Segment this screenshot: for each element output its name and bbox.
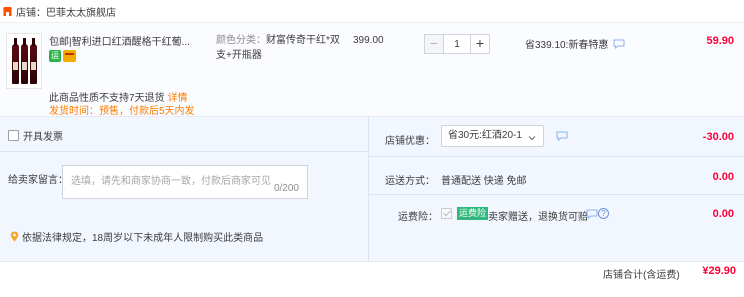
increase-button[interactable]: + <box>470 34 490 54</box>
coupon-selected: 省30元:红酒20-1 <box>448 130 522 141</box>
item-discount: 省339.10:新春特惠 <box>525 36 625 51</box>
age-notice-text: 依据法律规定，18周岁以下未成年人限制购买此类商品 <box>22 233 264 244</box>
total-value: ¥29.90 <box>702 265 736 277</box>
shop-total: 店铺合计(含运费) ¥29.90 <box>0 262 744 297</box>
insurance-checkbox <box>441 208 452 219</box>
unit-price: 399.00 <box>353 35 384 46</box>
insurance-value: 0.00 <box>712 208 734 220</box>
item-total: 59.90 <box>706 35 734 47</box>
shipping-label: 运送方式： <box>385 176 435 187</box>
order-options: 开具发票 给卖家留言： 选填，请先和商家协商一致，付款后商家可见 0/200 依… <box>0 117 744 262</box>
chat-bubble-icon[interactable] <box>613 39 625 49</box>
chevron-down-icon <box>527 131 537 141</box>
shop-header: 店铺：巴菲太太旗舰店 <box>0 0 744 22</box>
help-icon[interactable]: ? <box>598 208 609 219</box>
shipping-badge-icon: 运 <box>49 50 61 62</box>
coupon-select[interactable]: 省30元:红酒20-1 <box>441 125 544 147</box>
insurance-label: 运费险： <box>398 212 438 223</box>
row-divider <box>369 156 744 157</box>
shipping-method: 普通配送 快递 免邮 <box>441 176 527 187</box>
sku-color: 颜色分类：财富传奇干红*双支+开瓶器 <box>216 33 346 63</box>
invoice-checkbox[interactable] <box>8 130 19 141</box>
column-divider <box>368 117 369 262</box>
coupon-label: 店铺优惠： <box>385 136 435 147</box>
age-notice: 依据法律规定，18周岁以下未成年人限制购买此类商品 <box>10 229 263 244</box>
seller-message-input[interactable]: 选填，请先和商家协商一致，付款后商家可见 0/200 <box>62 165 308 199</box>
no-return-text: 此商品性质不支持7天退货 <box>49 93 165 104</box>
product-thumbnail[interactable] <box>6 33 42 89</box>
coupon-chat-icon[interactable] <box>556 131 568 144</box>
product-badges: 运 <box>49 50 76 62</box>
total-label: 店铺合计(含运费) <box>603 270 680 281</box>
shipping-value: 0.00 <box>712 171 734 183</box>
decrease-button[interactable]: − <box>424 34 444 54</box>
row-divider <box>0 151 368 152</box>
shop-name[interactable]: 店铺：巴菲太太旗舰店 <box>16 4 116 19</box>
product-title[interactable]: 包邮|智利进口红酒醒格干红葡... <box>49 33 189 48</box>
message-placeholder: 选填，请先和商家协商一致，付款后商家可见 <box>71 176 271 187</box>
no-return-notice: 此商品性质不支持7天退货 详情 <box>49 89 188 104</box>
credit-card-icon <box>63 50 76 62</box>
discount-text: 省339.10:新春特惠 <box>525 40 609 51</box>
invoice-label: 开具发票 <box>23 132 63 143</box>
insurance-tag: 运费险 <box>457 207 489 220</box>
sku-color-key: 颜色分类： <box>216 35 266 46</box>
invoice-option[interactable]: 开具发票 <box>8 128 63 143</box>
row-divider <box>369 194 744 195</box>
coupon-value: -30.00 <box>702 131 734 143</box>
quantity-stepper: − + <box>424 34 490 54</box>
detail-link[interactable]: 详情 <box>168 93 188 104</box>
insurance-text: 卖家赠送，退换货可赔 <box>488 212 588 223</box>
message-char-count: 0/200 <box>273 183 299 194</box>
shop-icon <box>2 6 13 17</box>
location-pin-icon <box>10 231 19 242</box>
quantity-input[interactable] <box>444 34 470 54</box>
message-label: 给卖家留言： <box>8 175 68 186</box>
insurance-chat-icon[interactable] <box>586 209 598 222</box>
cart-item: 包邮|智利进口红酒醒格干红葡... 运 此商品性质不支持7天退货 详情 发货时间：… <box>0 22 744 132</box>
